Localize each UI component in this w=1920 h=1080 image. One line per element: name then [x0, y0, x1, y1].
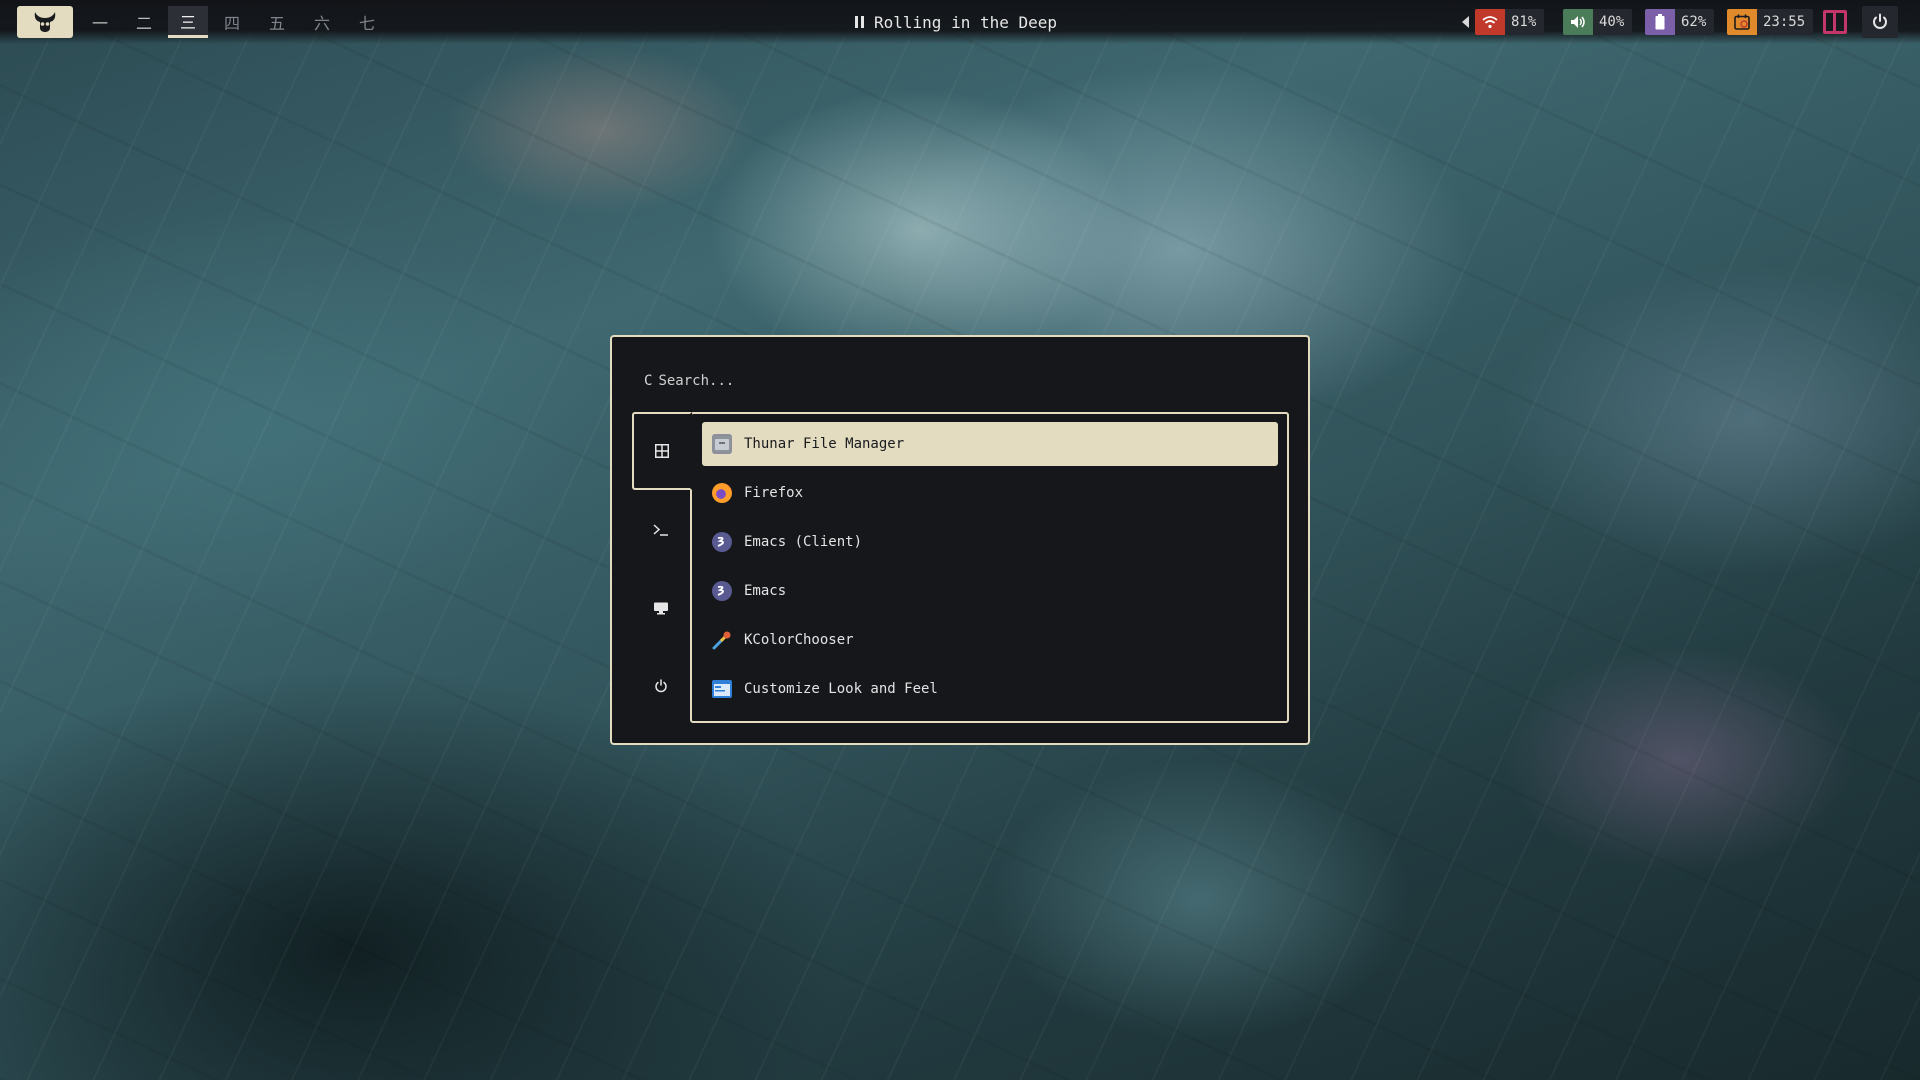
app-label: Firefox	[744, 485, 804, 501]
battery-icon	[1645, 9, 1675, 35]
appearance-icon	[712, 679, 732, 699]
search-bar[interactable]: C	[644, 369, 1059, 393]
wifi-icon	[1475, 9, 1505, 35]
battery-indicator[interactable]: 62%	[1645, 9, 1715, 35]
volume-icon	[1563, 9, 1593, 35]
monitor-icon	[654, 602, 668, 615]
calendar-icon	[1727, 9, 1757, 35]
power-icon[interactable]	[1862, 6, 1898, 38]
app-item-firefox[interactable]: Firefox	[702, 471, 1278, 515]
workspace-2[interactable]: 二	[124, 6, 164, 38]
workspace-5[interactable]: 五	[257, 6, 297, 38]
app-label: Thunar File Manager	[744, 436, 905, 452]
media-player[interactable]: Rolling in the Deep	[855, 6, 1057, 38]
app-item-customize-look[interactable]: Customize Look and Feel	[702, 667, 1278, 711]
app-launcher: C Search... Thunar File Manager Firefox …	[610, 335, 1310, 745]
pause-icon[interactable]	[855, 16, 864, 28]
workspace-label: 三	[179, 12, 196, 32]
workspace-3[interactable]: 三	[168, 6, 208, 38]
category-windows[interactable]	[632, 577, 690, 639]
workspace-label: 五	[268, 14, 285, 33]
category-power[interactable]	[632, 655, 690, 717]
firefox-icon	[712, 483, 732, 503]
search-prefix: C	[644, 373, 653, 389]
category-commands[interactable]	[632, 499, 690, 561]
workspace-label: 六	[313, 14, 330, 33]
workspace-4[interactable]: 四	[212, 6, 252, 38]
workspace-7[interactable]: 七	[347, 6, 387, 38]
workspace-label: 七	[358, 14, 375, 33]
horned-skull-icon	[34, 12, 56, 32]
layout-icon[interactable]	[1823, 10, 1847, 34]
distro-logo-button[interactable]	[17, 6, 73, 38]
search-input[interactable]	[658, 373, 1059, 389]
emacs-icon	[712, 532, 732, 552]
emacs-icon	[712, 581, 732, 601]
workspace-label: 二	[135, 14, 152, 33]
media-title: Rolling in the Deep	[874, 12, 1058, 32]
app-item-emacs-client[interactable]: Emacs (Client)	[702, 520, 1278, 564]
app-item-thunar[interactable]: Thunar File Manager	[702, 422, 1278, 466]
color-picker-icon	[712, 630, 732, 650]
workspace-label: 一	[91, 14, 108, 33]
app-label: Emacs (Client)	[744, 534, 863, 550]
grid-icon	[655, 444, 669, 458]
power-icon	[655, 679, 667, 693]
terminal-icon	[653, 524, 668, 536]
app-label: KColorChooser	[744, 632, 854, 648]
app-item-emacs[interactable]: Emacs	[702, 569, 1278, 613]
file-manager-icon	[712, 434, 732, 454]
tray-expand-icon[interactable]	[1462, 16, 1469, 28]
wifi-indicator[interactable]: 81%	[1475, 9, 1545, 35]
category-apps[interactable]	[632, 412, 692, 490]
wifi-value: 81%	[1511, 14, 1537, 30]
volume-value: 40%	[1599, 14, 1625, 30]
workspace-label: 四	[223, 14, 240, 33]
app-label: Customize Look and Feel	[744, 681, 938, 697]
workspace-1[interactable]: 一	[80, 6, 120, 38]
volume-indicator[interactable]: 40%	[1563, 9, 1633, 35]
workspace-6[interactable]: 六	[302, 6, 342, 38]
clock-indicator[interactable]: 23:55	[1727, 9, 1814, 35]
top-bar: 一 二 三 四 五 六 七 Rolling in the Deep 81% 40…	[0, 0, 1920, 44]
app-item-kcolorchooser[interactable]: KColorChooser	[702, 618, 1278, 662]
battery-value: 62%	[1681, 14, 1707, 30]
app-label: Emacs	[744, 583, 787, 599]
clock-value: 23:55	[1763, 14, 1806, 30]
